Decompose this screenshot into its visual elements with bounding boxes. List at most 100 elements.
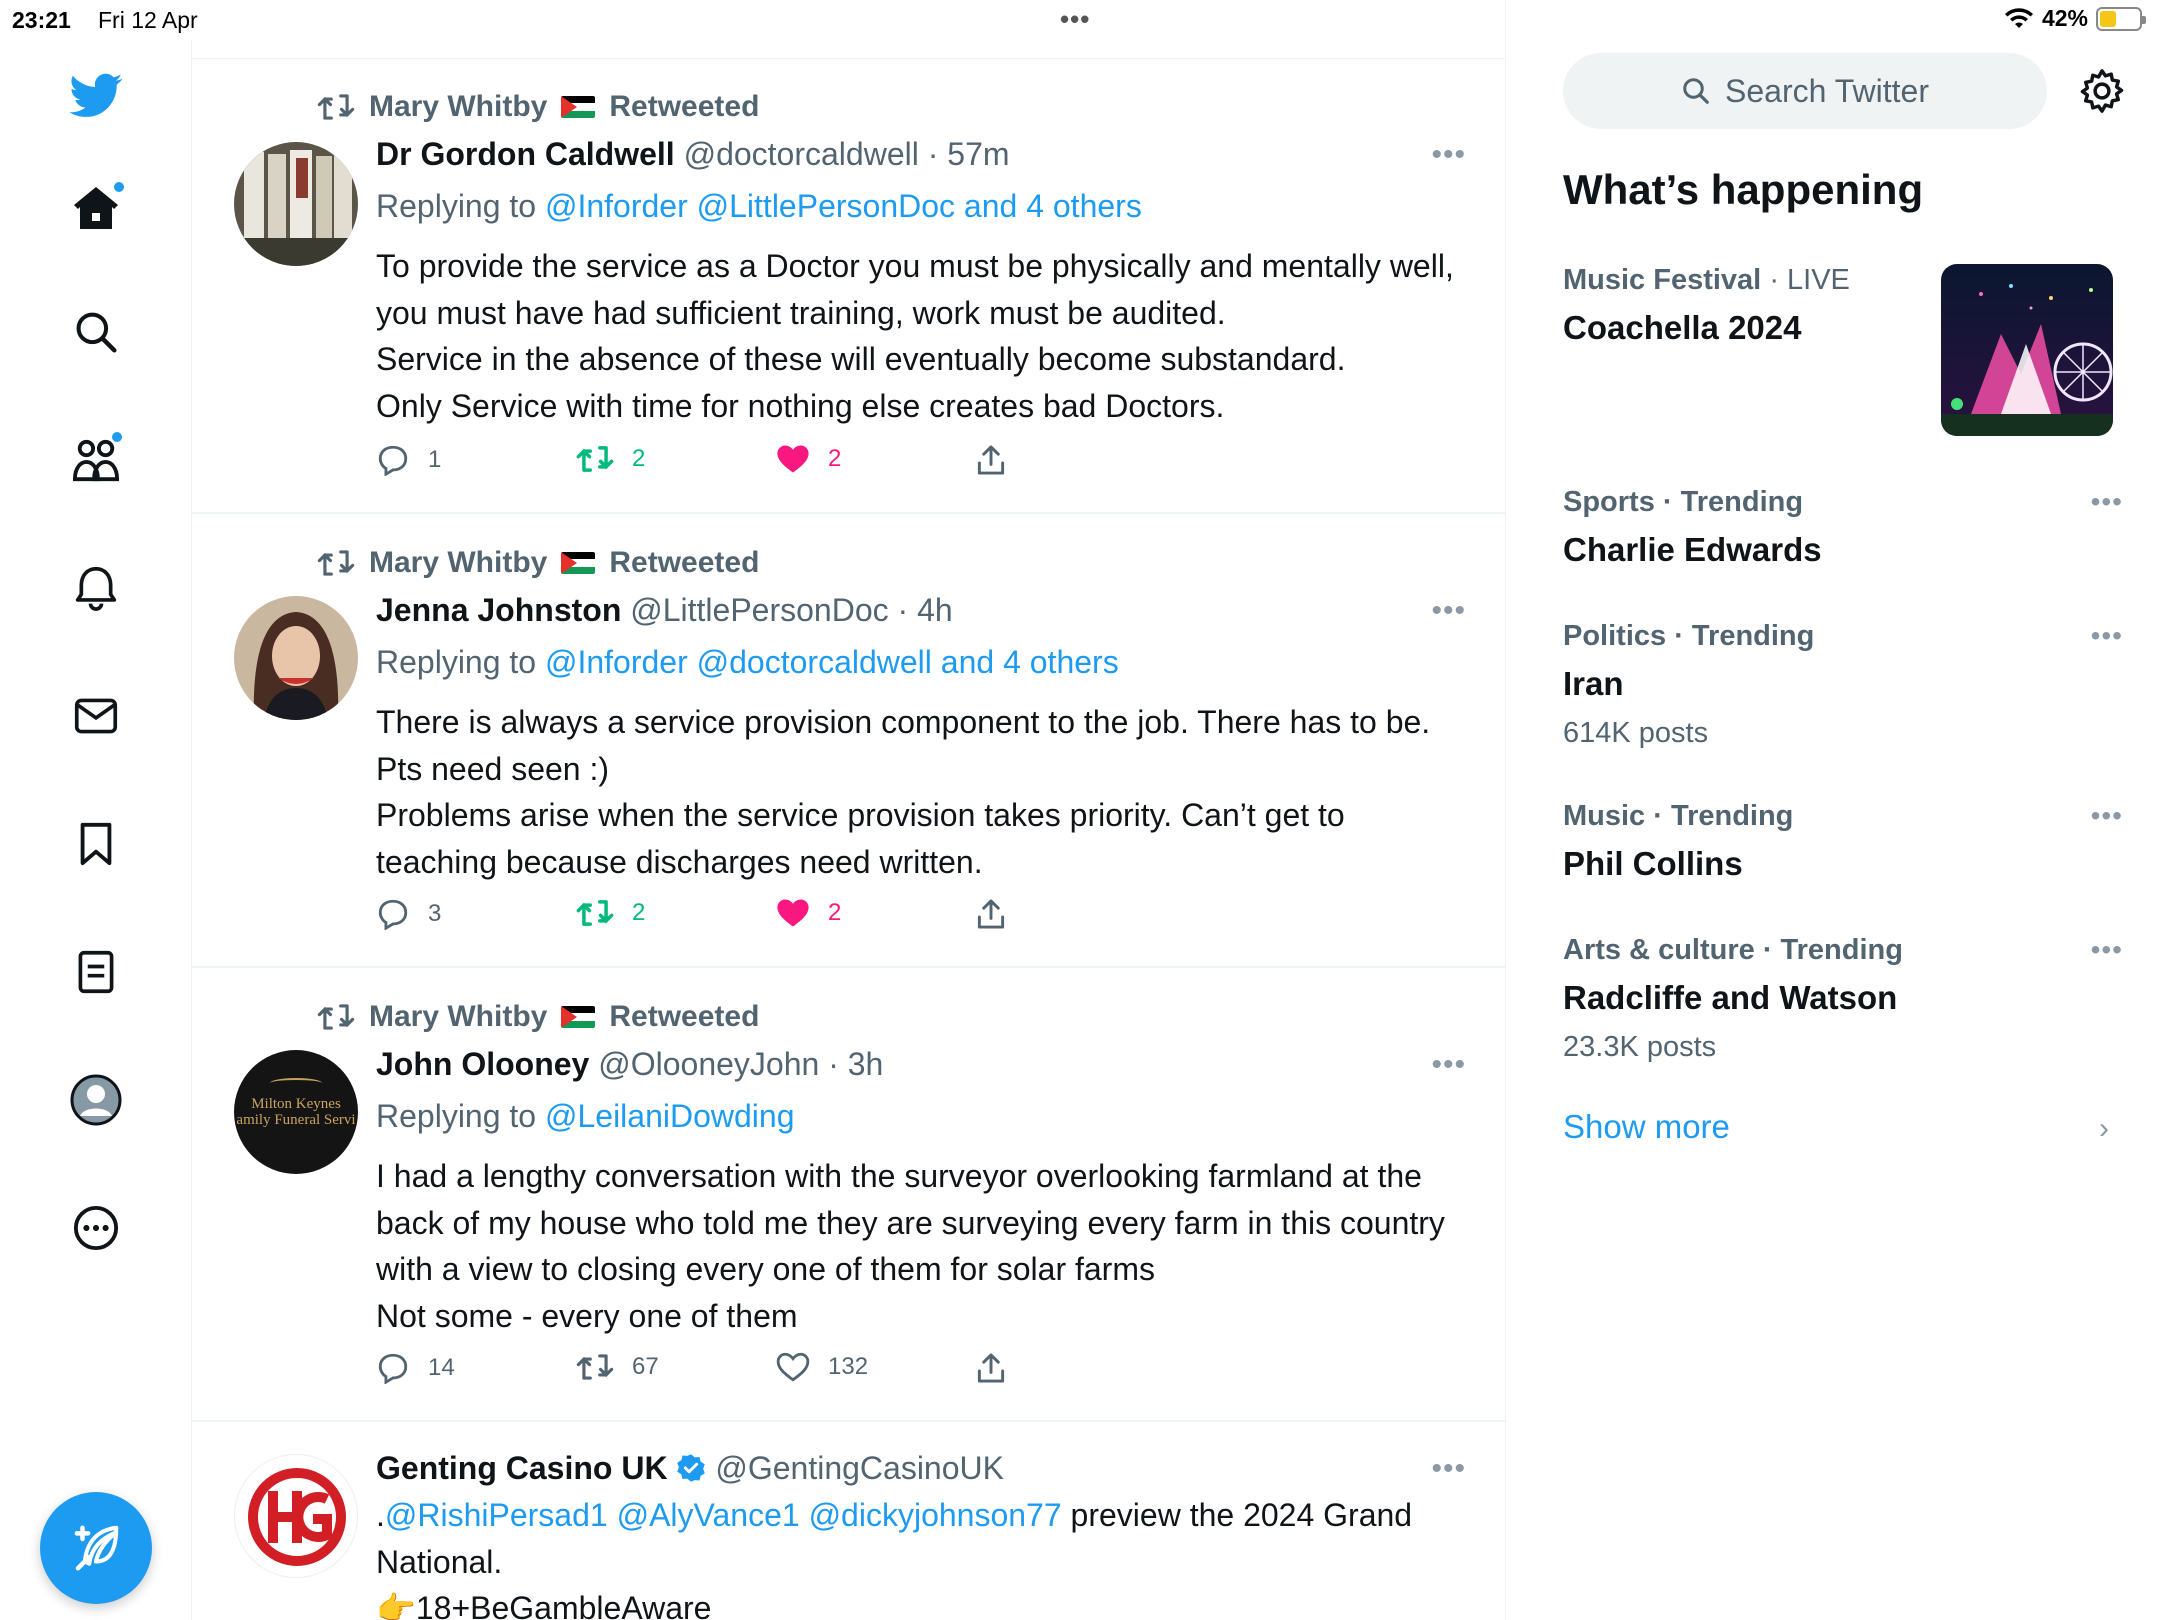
retweet-button[interactable]: 2 <box>576 444 645 474</box>
trend-category: Music · Trending <box>1563 800 1794 832</box>
share-button[interactable] <box>976 898 1006 930</box>
home-icon[interactable] <box>62 174 130 242</box>
trend-name: Iran <box>1563 665 1624 702</box>
settings-gear-icon[interactable] <box>2079 68 2125 114</box>
profile-icon[interactable] <box>62 1066 130 1134</box>
avatar[interactable] <box>234 596 358 720</box>
author-name[interactable]: Genting Casino UK <box>376 1450 668 1486</box>
tweet-more-button[interactable]: ••• <box>1431 1452 1466 1486</box>
like-button[interactable]: 132 <box>776 1352 868 1382</box>
reply-count: 14 <box>428 1354 455 1381</box>
share-icon <box>977 899 1005 929</box>
trend-name: Charlie Edwards <box>1563 531 1822 568</box>
heart-outline-icon <box>776 1352 810 1382</box>
share-icon <box>977 1353 1005 1383</box>
chevron-right-icon[interactable]: › <box>2099 1112 2109 1146</box>
left-nav <box>0 40 192 1620</box>
trend-thumbnail-image[interactable] <box>1941 264 2113 436</box>
twitter-logo-icon[interactable] <box>62 62 130 130</box>
bookmarks-icon[interactable] <box>62 810 130 878</box>
author-name[interactable]: Jenna Johnston <box>376 592 621 628</box>
trend-item[interactable]: Music · Trending Phil Collins ••• <box>1563 800 2123 883</box>
avatar-text-1: Milton Keynes <box>251 1096 341 1112</box>
retweet-small-icon <box>317 94 355 120</box>
replying-prefix: Replying to <box>376 1098 537 1134</box>
trend-more-button[interactable]: ••• <box>2091 620 2123 652</box>
tweet[interactable]: Mary Whitby Retweeted Milton Keynes amil… <box>192 968 1505 1422</box>
trend-name: Phil Collins <box>1563 845 1743 882</box>
lists-icon[interactable] <box>62 938 130 1006</box>
tweet-more-button[interactable]: ••• <box>1431 594 1466 628</box>
like-count: 2 <box>828 899 842 926</box>
tweet-time[interactable]: · 3h <box>828 1046 883 1082</box>
tweet-header: Jenna Johnston @LittlePersonDoc · 4h <box>376 592 953 629</box>
reply-button[interactable]: 3 <box>376 898 441 930</box>
replying-links[interactable]: @Inforder @doctorcaldwell and 4 others <box>545 644 1119 680</box>
reply-count: 3 <box>428 900 442 927</box>
more-icon[interactable] <box>62 1194 130 1262</box>
retweet-button[interactable]: 67 <box>576 1352 659 1382</box>
palestine-flag-icon <box>561 1006 596 1028</box>
search-input[interactable]: Search Twitter <box>1563 53 2047 129</box>
tweet[interactable]: Mary Whitby Retweeted Jenna Johnston @Li… <box>192 514 1505 968</box>
like-button[interactable]: 2 <box>776 444 841 474</box>
replying-to: Replying to @Inforder @doctorcaldwell an… <box>376 644 1119 681</box>
tweet-actions: 1 2 2 <box>376 444 1096 484</box>
status-time: 23:21 <box>12 7 71 33</box>
tweet[interactable]: Mary Whitby Retweeted Dr Gordon Caldwell… <box>192 58 1505 514</box>
tweet-time[interactable]: · 4h <box>898 592 953 628</box>
mention-links[interactable]: @RishiPersad1 @AlyVance1 @dickyjohnson77 <box>385 1497 1062 1533</box>
retweeter-name[interactable]: Mary Whitby <box>369 90 547 124</box>
reply-button[interactable]: 1 <box>376 444 441 476</box>
tweet-text: .@RishiPersad1 @AlyVance1 @dickyjohnson7… <box>376 1492 1456 1620</box>
trend-more-button[interactable]: ••• <box>2091 486 2123 518</box>
avatar[interactable] <box>234 1454 358 1578</box>
share-button[interactable] <box>976 1352 1006 1384</box>
messages-icon[interactable] <box>62 682 130 750</box>
retweeter-name[interactable]: Mary Whitby <box>369 1000 547 1034</box>
trend-category-text: Music Festival <box>1563 264 1762 296</box>
status-date: Fri 12 Apr <box>98 7 198 33</box>
tweet-more-button[interactable]: ••• <box>1431 138 1466 172</box>
avatar[interactable] <box>234 142 358 266</box>
retweet-button[interactable]: 2 <box>576 898 645 928</box>
tweet-more-button[interactable]: ••• <box>1431 1048 1466 1082</box>
retweet-count: 2 <box>632 899 646 926</box>
author-handle[interactable]: @OlooneyJohn <box>598 1046 819 1082</box>
notifications-icon[interactable] <box>62 554 130 622</box>
trend-item[interactable]: Arts & culture · Trending Radcliffe and … <box>1563 934 2123 1064</box>
trend-category: Sports · Trending <box>1563 486 1804 518</box>
trend-post-count: 614K posts <box>1563 717 1709 749</box>
tweet-time[interactable]: · 57m <box>928 136 1010 172</box>
trend-more-button[interactable]: ••• <box>2091 800 2123 832</box>
compose-button[interactable] <box>40 1492 152 1604</box>
retweet-context: Mary Whitby Retweeted <box>317 90 759 124</box>
trend-item[interactable]: Sports · Trending Charlie Edwards ••• <box>1563 486 2123 569</box>
author-handle[interactable]: @LittlePersonDoc <box>630 592 888 628</box>
like-button[interactable]: 2 <box>776 898 841 928</box>
trend-item[interactable]: Politics · Trending Iran 614K posts ••• <box>1563 620 2123 750</box>
reply-button[interactable]: 14 <box>376 1352 455 1384</box>
avatar[interactable]: Milton Keynes amily Funeral Servi <box>234 1050 358 1174</box>
trend-live-badge: · LIVE <box>1769 264 1850 296</box>
communities-icon[interactable] <box>62 426 130 494</box>
explore-icon[interactable] <box>62 298 130 366</box>
show-more-link[interactable]: Show more <box>1563 1108 1730 1146</box>
replying-prefix: Replying to <box>376 644 537 680</box>
author-handle[interactable]: @GentingCasinoUK <box>715 1450 1004 1486</box>
share-icon <box>977 445 1005 475</box>
reply-icon <box>378 445 408 476</box>
author-name[interactable]: John Olooney <box>376 1046 589 1082</box>
trend-more-button[interactable]: ••• <box>2091 934 2123 966</box>
trend-category: Politics · Trending <box>1563 620 1815 652</box>
share-button[interactable] <box>976 444 1006 476</box>
author-handle[interactable]: @doctorcaldwell <box>684 136 919 172</box>
retweeted-label: Retweeted <box>609 546 760 579</box>
replying-links[interactable]: @LeilaniDowding <box>545 1098 795 1134</box>
reply-count: 1 <box>428 446 442 473</box>
tweet[interactable]: Genting Casino UK @GentingCasinoUK ••• .… <box>192 1422 1505 1620</box>
communities-notification-dot <box>112 432 122 442</box>
author-name[interactable]: Dr Gordon Caldwell <box>376 136 675 172</box>
retweeter-name[interactable]: Mary Whitby <box>369 546 547 580</box>
replying-links[interactable]: @Inforder @LittlePersonDoc and 4 others <box>545 188 1142 224</box>
